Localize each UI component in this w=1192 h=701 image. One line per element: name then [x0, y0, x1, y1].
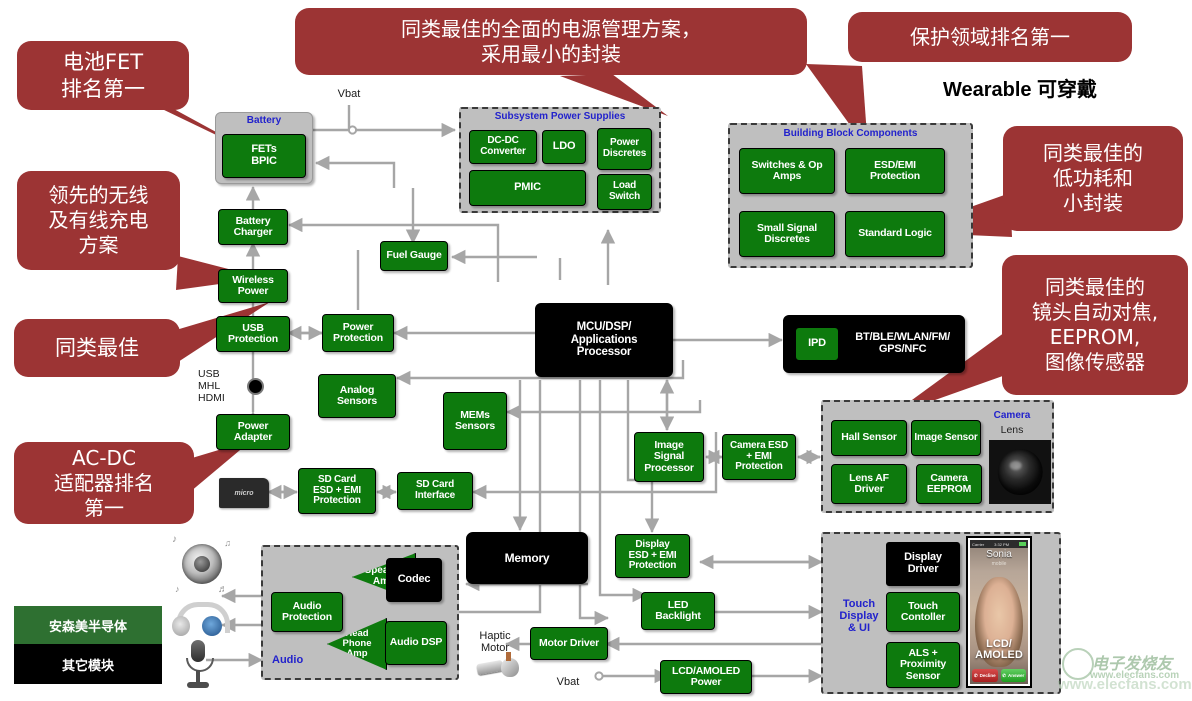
- callout-low-power: 同类最佳的 低功耗和 小封装: [1003, 126, 1183, 231]
- block-als-proximity-sensor[interactable]: ALS + Proximity Sensor: [886, 642, 960, 688]
- block-sd-card-interface[interactable]: SD Card Interface: [397, 472, 473, 510]
- block-battery-charger[interactable]: Battery Charger: [218, 209, 288, 245]
- block-codec[interactable]: Codec: [386, 558, 442, 602]
- legend-on-semiconductor: 安森美半导体: [14, 606, 162, 644]
- block-esd-emi-protection[interactable]: ESD/EMI Protection: [845, 148, 945, 194]
- block-power-adapter[interactable]: Power Adapter: [216, 414, 290, 450]
- block-fets-bpic[interactable]: FETs BPIC: [222, 134, 306, 178]
- block-hall-sensor[interactable]: Hall Sensor: [831, 420, 907, 456]
- phone-decline-button[interactable]: ✆ Decline: [972, 669, 998, 682]
- block-power-discretes[interactable]: Power Discretes: [597, 128, 652, 170]
- block-motor-driver[interactable]: Motor Driver: [530, 627, 608, 660]
- speaker-icon: ♪ ♫ ♪ ♬: [172, 534, 231, 595]
- diagram-canvas: 电池FET 排名第一 同类最佳的全面的电源管理方案， 采用最小的封装 保护领域排…: [0, 0, 1192, 701]
- block-wireless-power[interactable]: Wireless Power: [218, 269, 288, 303]
- label-vbat-top: Vbat: [337, 88, 361, 100]
- block-display-esd-emi[interactable]: Display ESD + EMI Protection: [615, 534, 690, 578]
- watermark-text-url-shadow: www.elecfans.com: [1058, 676, 1192, 693]
- answer-icon: ✆: [1002, 672, 1006, 678]
- group-battery-label: Battery: [246, 115, 282, 126]
- block-audio-dsp[interactable]: Audio DSP: [385, 621, 447, 665]
- block-audio-protection[interactable]: Audio Protection: [271, 592, 343, 632]
- block-ldo[interactable]: LDO: [542, 130, 586, 164]
- micro-sd-card-image: micro: [219, 478, 269, 508]
- block-camera-eeprom[interactable]: Camera EEPROM: [916, 464, 982, 504]
- callout-battery-fet: 电池FET 排名第一: [17, 41, 189, 110]
- block-mems-sensors[interactable]: MEMs Sensors: [443, 392, 507, 450]
- phone-carrier: Carrier: [972, 541, 985, 547]
- headphones-icon: [172, 600, 230, 638]
- phone-answer-button[interactable]: ✆ Answer: [1000, 669, 1026, 682]
- phone-screen-label: LCD/ AMOLED: [975, 637, 1023, 662]
- block-image-sensor[interactable]: Image Sensor: [911, 420, 981, 456]
- group-touch-display-label: Touch Display & UI: [839, 598, 879, 635]
- label-lens: Lens: [1000, 424, 1024, 436]
- label-usb-mhl-hdmi: USB MHL HDMI: [198, 368, 225, 404]
- block-load-switch[interactable]: Load Switch: [597, 174, 652, 210]
- block-switches-op-amps[interactable]: Switches & Op Amps: [739, 148, 835, 194]
- phone-caller-name: Sonia: [986, 549, 1012, 560]
- block-ipd[interactable]: IPD: [795, 327, 839, 361]
- block-sd-card-esd[interactable]: SD Card ESD + EMI Protection: [298, 468, 376, 514]
- block-power-protection[interactable]: Power Protection: [322, 314, 394, 352]
- block-small-signal-discretes[interactable]: Small Signal Discretes: [739, 211, 835, 257]
- decline-icon: ✆: [973, 672, 978, 678]
- block-display-driver[interactable]: Display Driver: [886, 542, 960, 586]
- phone-caller-sub: mobile: [991, 561, 1007, 567]
- group-audio-label: Audio: [272, 654, 304, 666]
- block-dc-dc-converter[interactable]: DC-DC Converter: [469, 130, 537, 164]
- callout-camera: 同类最佳的 镜头自动对焦, EEPROM, 图像传感器: [1002, 255, 1188, 395]
- callout-protection: 保护领域排名第一: [848, 12, 1132, 62]
- haptic-motor-icon: [476, 650, 525, 684]
- group-building-block-label: Building Block Components: [783, 128, 918, 139]
- label-vbat-bottom: Vbat: [556, 676, 580, 688]
- camera-lens-image: [989, 440, 1051, 504]
- block-fuel-gauge[interactable]: Fuel Gauge: [380, 241, 448, 271]
- block-touch-controller[interactable]: Touch Contoller: [886, 592, 960, 632]
- callout-wireless-charging: 领先的无线 及有线充电 方案: [17, 171, 180, 270]
- group-subsystem-label: Subsystem Power Supplies: [494, 111, 626, 122]
- block-mcu-applications-processor[interactable]: MCU/DSP/ Applications Processor: [535, 303, 673, 377]
- group-camera-label: Camera: [993, 410, 1031, 421]
- block-memory[interactable]: Memory: [466, 532, 588, 584]
- block-camera-esd-emi[interactable]: Camera ESD + EMI Protection: [722, 434, 796, 480]
- callout-ac-dc: AC-DC 适配器排名 第一: [14, 442, 194, 524]
- phone-status-bar: Carrier 3:32 PM: [970, 540, 1028, 548]
- legend: 安森美半导体 其它模块: [14, 606, 162, 684]
- block-analog-sensors[interactable]: Analog Sensors: [318, 374, 396, 418]
- block-pmic[interactable]: PMIC: [469, 170, 586, 206]
- legend-other-modules: 其它模块: [14, 644, 162, 684]
- page-title: Wearable 可穿戴: [942, 79, 1098, 101]
- block-standard-logic[interactable]: Standard Logic: [845, 211, 945, 257]
- callout-best-in-class: 同类最佳: [14, 319, 180, 377]
- phone-mockup: Carrier 3:32 PM Sonia mobile LCD/ AMOLED…: [966, 536, 1032, 688]
- callout-power-management: 同类最佳的全面的电源管理方案， 采用最小的封装: [295, 8, 807, 75]
- block-image-signal-processor[interactable]: Image Signal Processor: [634, 432, 704, 482]
- phone-time: 3:32 PM: [994, 541, 1010, 547]
- block-lens-af-driver[interactable]: Lens AF Driver: [831, 464, 907, 504]
- microphone-icon: [182, 640, 214, 690]
- usb-connector-dot: [247, 378, 264, 395]
- block-usb-protection[interactable]: USB Protection: [216, 316, 290, 352]
- block-lcd-amoled-power[interactable]: LCD/AMOLED Power: [660, 660, 752, 694]
- block-led-backlight[interactable]: LED Backlight: [641, 592, 715, 630]
